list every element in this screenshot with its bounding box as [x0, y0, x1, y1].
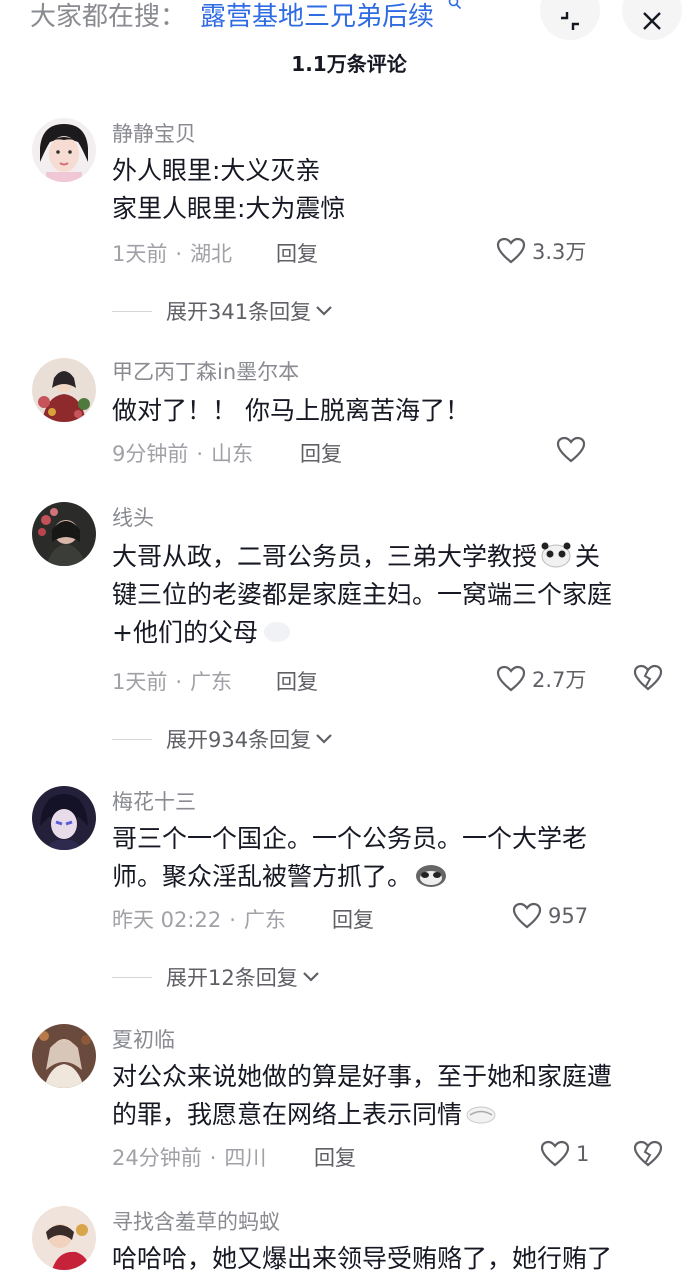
comment-line: 对公众来说她做的算是好事，至于她和家庭遭 [112, 1062, 613, 1091]
expand-replies-label: 展开934条回复 [166, 728, 312, 752]
username[interactable]: 线头 [112, 502, 154, 532]
comment-meta: 24分钟前 · 四川 [112, 1146, 267, 1170]
comment-location: 广东 [190, 670, 233, 694]
comment-text: 做对了！！ 你马上脱离苦海了！ [112, 392, 672, 430]
comment-location: 广东 [243, 908, 286, 932]
comment-line: 的罪，我愿意在网络上表示同情 [112, 1096, 672, 1134]
avatar[interactable] [32, 1024, 96, 1088]
like-button[interactable] [556, 436, 592, 464]
comment-time: 1天前 [112, 670, 168, 694]
comment-line: 师。聚众淫乱被警方抓了。 [112, 858, 672, 896]
chevron-down-icon [316, 734, 332, 744]
heart-icon [556, 436, 586, 463]
emoji-icon [466, 1106, 496, 1124]
like-count: 1 [576, 1142, 590, 1166]
comment-meta: 1天前 · 湖北 [112, 242, 233, 266]
comment-line: 做对了！！ 你马上脱离苦海了！ [112, 396, 470, 425]
comment-count-title: 1.1万条评论 [291, 52, 407, 76]
collapse-button[interactable] [540, 0, 600, 40]
chevron-down-icon [316, 306, 332, 316]
divider-line [112, 976, 152, 978]
comment-line: 大哥从政，二哥公务员，三弟大学教授 关 [112, 538, 672, 576]
username[interactable]: 寻找含羞草的蚂蚁 [112, 1206, 280, 1236]
reply-button[interactable]: 回复 [300, 438, 342, 468]
comment-line: +他们的父母 [112, 614, 672, 652]
broken-heart-icon [633, 664, 663, 691]
reply-button[interactable]: 回复 [332, 904, 374, 934]
heart-icon [512, 902, 542, 929]
comment-meta: 昨天 02:22 · 广东 [112, 908, 286, 932]
expand-replies[interactable]: 展开341条回复 [112, 296, 333, 326]
search-keyword-link[interactable]: 露营基地三兄弟后续 [200, 0, 434, 33]
comment-line: 哈哈哈，她又爆出来领导受贿赂了，她行贿了 [112, 1244, 613, 1273]
username[interactable]: 静静宝贝 [112, 118, 196, 148]
expand-replies[interactable]: 展开12条回复 [112, 962, 320, 992]
heart-icon [540, 1140, 570, 1167]
search-icon[interactable] [448, 0, 462, 14]
top-bar: 大家都在搜： 露营基地三兄弟后续 [0, 0, 698, 44]
comment-line-part: +他们的父母 [112, 618, 258, 647]
like-count: 3.3万 [532, 240, 587, 264]
broken-heart-icon [633, 1140, 663, 1167]
like-count: 2.7万 [532, 668, 587, 692]
chevron-down-icon [302, 972, 319, 982]
like-button[interactable]: 957 [512, 902, 588, 930]
comment-line: 键三位的老婆都是家庭主妇。一窝端三个家庭 [112, 580, 613, 609]
avatar[interactable] [32, 1206, 96, 1270]
reply-button[interactable]: 回复 [276, 666, 318, 696]
close-icon [643, 12, 661, 30]
avatar[interactable] [32, 358, 96, 422]
comment-text: 哈哈哈，她又爆出来领导受贿赂了，她行贿了 [112, 1240, 692, 1278]
comment-location: 山东 [211, 442, 254, 466]
comment-line-part: 师。聚众淫乱被警方抓了。 [112, 862, 413, 891]
comment-time: 24分钟前 [112, 1146, 202, 1170]
comment-line: 哥三个一个国企。一个公务员。一个大学老 [112, 824, 588, 853]
like-button[interactable]: 3.3万 [496, 236, 586, 266]
comment-text: 外人眼里:大义灭亲 家里人眼里:大为震惊 [112, 152, 672, 228]
expand-replies[interactable]: 展开934条回复 [112, 724, 333, 754]
username[interactable]: 甲乙丙丁森in墨尔本 [112, 356, 299, 386]
comment-meta: 9分钟前 · 山东 [112, 442, 254, 466]
like-count: 957 [548, 904, 589, 928]
heart-icon [496, 665, 526, 692]
comment-location: 湖北 [190, 242, 233, 266]
comment-text: 哥三个一个国企。一个公务员。一个大学老 师。聚众淫乱被警方抓了。 [112, 820, 672, 896]
comment-line-part: 的罪，我愿意在网络上表示同情 [112, 1100, 463, 1129]
username[interactable]: 梅花十三 [112, 786, 196, 816]
reply-button[interactable]: 回复 [276, 238, 318, 268]
expand-replies-label: 展开341条回复 [166, 300, 312, 324]
search-prefix: 大家都在搜： [30, 2, 187, 32]
comment-time: 1天前 [112, 242, 168, 266]
avatar[interactable] [32, 118, 96, 182]
panda-emoji-icon [541, 542, 571, 568]
comment-line-part: 关 [575, 542, 601, 571]
divider-line [112, 310, 152, 312]
comment-time: 9分钟前 [112, 442, 189, 466]
avatar[interactable] [32, 502, 96, 566]
collapse-icon [561, 12, 579, 30]
divider-line [112, 738, 152, 740]
comment-line: 家里人眼里:大为震惊 [112, 194, 346, 223]
comment-text: 大哥从政，二哥公务员，三弟大学教授关 键三位的老婆都是家庭主妇。一窝端三个家庭 … [112, 538, 672, 652]
comment-line: 外人眼里:大义灭亲 [112, 156, 321, 185]
comment-time: 昨天 02:22 [112, 908, 222, 932]
close-button[interactable] [622, 0, 682, 40]
dislike-button[interactable] [633, 1140, 663, 1172]
dislike-button[interactable] [633, 664, 663, 696]
comment-line-part: 大哥从政，二哥公务员，三弟大学教授 [112, 542, 538, 571]
like-button[interactable]: 1 [540, 1140, 589, 1168]
comment-location: 四川 [224, 1146, 267, 1170]
avatar[interactable] [32, 786, 96, 850]
raccoon-emoji-icon [416, 865, 447, 887]
username[interactable]: 夏初临 [112, 1024, 175, 1054]
comment-meta: 1天前 · 广东 [112, 670, 233, 694]
expand-replies-label: 展开12条回复 [166, 966, 298, 990]
reply-button[interactable]: 回复 [314, 1142, 356, 1172]
like-button[interactable]: 2.7万 [496, 664, 586, 694]
emoji-icon [263, 622, 290, 642]
comment-text: 对公众来说她做的算是好事，至于她和家庭遭 的罪，我愿意在网络上表示同情 [112, 1058, 672, 1134]
heart-icon [496, 237, 526, 264]
